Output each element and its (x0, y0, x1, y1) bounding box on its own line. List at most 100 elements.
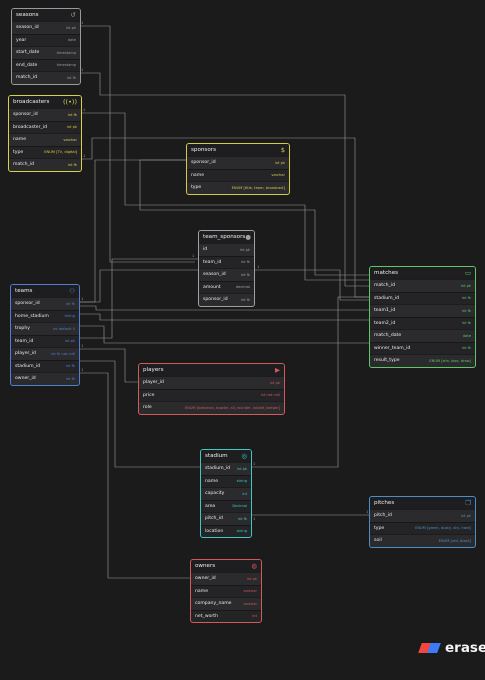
table-row[interactable]: name varchar (191, 584, 261, 598)
cardinality-marker: 1 (83, 108, 85, 112)
table-row[interactable]: match_id int fk (9, 158, 81, 171)
table-title: players (143, 367, 164, 373)
table-row[interactable]: pitch_id int fk (201, 512, 251, 525)
field-type: varchar (271, 173, 285, 178)
table-row[interactable]: sponsor_id int fk (9, 108, 81, 121)
field-type: int fk (461, 346, 471, 351)
table-row[interactable]: owner_id int fk (11, 372, 79, 385)
table-broadcasters[interactable]: broadcasters ((•)) sponsor_id int fk broadca… (8, 95, 82, 172)
table-row[interactable]: start_date timestamp (12, 46, 80, 59)
table-row[interactable]: team_id int pk (11, 334, 79, 348)
field-type: Decimal (232, 504, 247, 509)
cardinality-marker: 1 (253, 517, 255, 521)
table-row[interactable]: stadium_id int pk (201, 462, 251, 475)
table-row[interactable]: capacity int (201, 487, 251, 500)
table-pitches[interactable]: pitches ❐ pitch_id int pk type ENUM [green, d… (369, 496, 476, 548)
field-type: ENUM [green, dusty, dry, hard] (415, 526, 471, 531)
connector-sponsors-teams (80, 159, 186, 303)
field-type: decimal (235, 285, 250, 290)
field-name: sponsor_id (203, 297, 228, 303)
table-row[interactable]: name varchar (9, 133, 81, 146)
table-row[interactable]: year date (12, 33, 80, 47)
table-owners[interactable]: owners ◍ owner_id int pk name varchar company_… (190, 559, 262, 623)
field-type: int fk (461, 296, 471, 301)
table-row[interactable]: name varchar (187, 168, 289, 182)
table-row[interactable]: sponsor_id int fk (199, 293, 254, 306)
table-row[interactable]: player_id int pk (139, 376, 284, 389)
table-row[interactable]: match_id int fk (12, 71, 80, 84)
table-header[interactable]: seasons ↺ (12, 9, 80, 21)
table-row[interactable]: pitch_id int pk (370, 509, 475, 522)
table-header[interactable]: teams ⚇ (11, 285, 79, 297)
table-row[interactable]: company_name varchar (191, 597, 261, 610)
field-name: amount (203, 284, 221, 290)
field-type: ENUM [red, black] (438, 538, 471, 543)
field-type: int fk (66, 75, 76, 80)
table-row[interactable]: team2_id int fk (370, 316, 475, 330)
table-team_sponsors[interactable]: team_sponsors ● id int pk team_id int fk seaso… (198, 230, 255, 307)
table-header[interactable]: sponsors $ (187, 144, 289, 156)
table-stadium[interactable]: stadium ◎ stadium_id int pk name string capaci… (200, 449, 252, 538)
table-row[interactable]: team_id int fk (199, 255, 254, 269)
field-name: stadium_id (205, 466, 231, 472)
table-sponsors[interactable]: sponsors $ sponsor_id int pk name varchar type… (186, 143, 290, 195)
field-name: pitch_id (374, 513, 392, 519)
table-header[interactable]: pitches ❐ (370, 497, 475, 509)
field-type: int (252, 614, 257, 619)
table-row[interactable]: stadium_id int fk (11, 359, 79, 373)
table-row[interactable]: team1_id int fk (370, 304, 475, 317)
field-type: int pk (269, 380, 280, 385)
cardinality-marker: 1 (81, 21, 83, 25)
table-players[interactable]: players ▶ player_id int pk price int not null… (138, 363, 285, 415)
table-row[interactable]: sponsor_id int fk (11, 297, 79, 310)
table-header[interactable]: stadium ◎ (201, 450, 251, 462)
table-row[interactable]: soil ENUM [red, black] (370, 534, 475, 547)
table-header[interactable]: broadcasters ((•)) (9, 96, 81, 108)
table-row[interactable]: type ENUM [TV, digital] (9, 145, 81, 159)
table-row[interactable]: net_worth int (191, 609, 261, 623)
connector-seasons-team-sponsors (80, 25, 195, 263)
field-name: match_id (16, 75, 38, 81)
table-row[interactable]: area Decimal (201, 499, 251, 513)
field-name: name (205, 478, 219, 484)
field-type: int fk (461, 308, 471, 313)
field-type: string (236, 529, 247, 534)
table-header[interactable]: owners ◍ (191, 560, 261, 572)
table-row[interactable]: type ENUM [title, team, broadcast] (187, 181, 289, 194)
field-type: ENUM [TV, digital] (44, 150, 77, 155)
table-row[interactable]: home_stadium string (11, 309, 79, 323)
table-header[interactable]: matches ▭ (370, 267, 475, 279)
table-row[interactable]: match_id int pk (370, 279, 475, 292)
table-row[interactable]: role ENUM [batsman, bowler, all_rounder, … (139, 401, 284, 414)
table-header[interactable]: team_sponsors ● (199, 231, 254, 243)
eraser-logo: eraser (418, 640, 485, 656)
table-row[interactable]: match_date date (370, 329, 475, 342)
table-row[interactable]: broadcaster_id int pk (9, 120, 81, 134)
table-row[interactable]: location string (201, 524, 251, 538)
table-row[interactable]: result_type ENUM [win, lose, draw] (370, 354, 475, 367)
table-row[interactable]: name string (201, 474, 251, 488)
field-type: int pk (64, 339, 75, 344)
field-type: int fk (67, 162, 77, 167)
table-row[interactable]: price int not null (139, 388, 284, 402)
table-row[interactable]: trophy int default 0 (11, 322, 79, 335)
table-row[interactable]: amount decimal (199, 280, 254, 294)
table-row[interactable]: type ENUM [green, dusty, dry, hard] (370, 521, 475, 535)
field-name: result_type (374, 358, 400, 364)
table-header[interactable]: players ▶ (139, 364, 284, 376)
table-row[interactable]: season_id int fk (199, 268, 254, 281)
field-name: team2_id (374, 320, 396, 326)
field-name: type (191, 185, 202, 191)
table-row[interactable]: season_id int pk (12, 21, 80, 34)
cardinality-marker: 1 (192, 254, 194, 258)
table-row[interactable]: sponsor_id int pk (187, 156, 289, 169)
table-seasons[interactable]: seasons ↺ season_id int pk year date start_dat… (11, 8, 81, 85)
table-row[interactable]: id int pk (199, 243, 254, 256)
table-row[interactable]: winner_team_id int fk (370, 341, 475, 355)
table-row[interactable]: owner_id int pk (191, 572, 261, 585)
table-row[interactable]: stadium_id int fk (370, 291, 475, 305)
table-row[interactable]: player_id int fk not null (11, 347, 79, 360)
table-row[interactable]: end_date timestamp (12, 58, 80, 72)
table-matches[interactable]: matches ▭ match_id int pk stadium_id int fk te… (369, 266, 476, 368)
table-teams[interactable]: teams ⚇ sponsor_id int fk home_stadium string… (10, 284, 80, 386)
